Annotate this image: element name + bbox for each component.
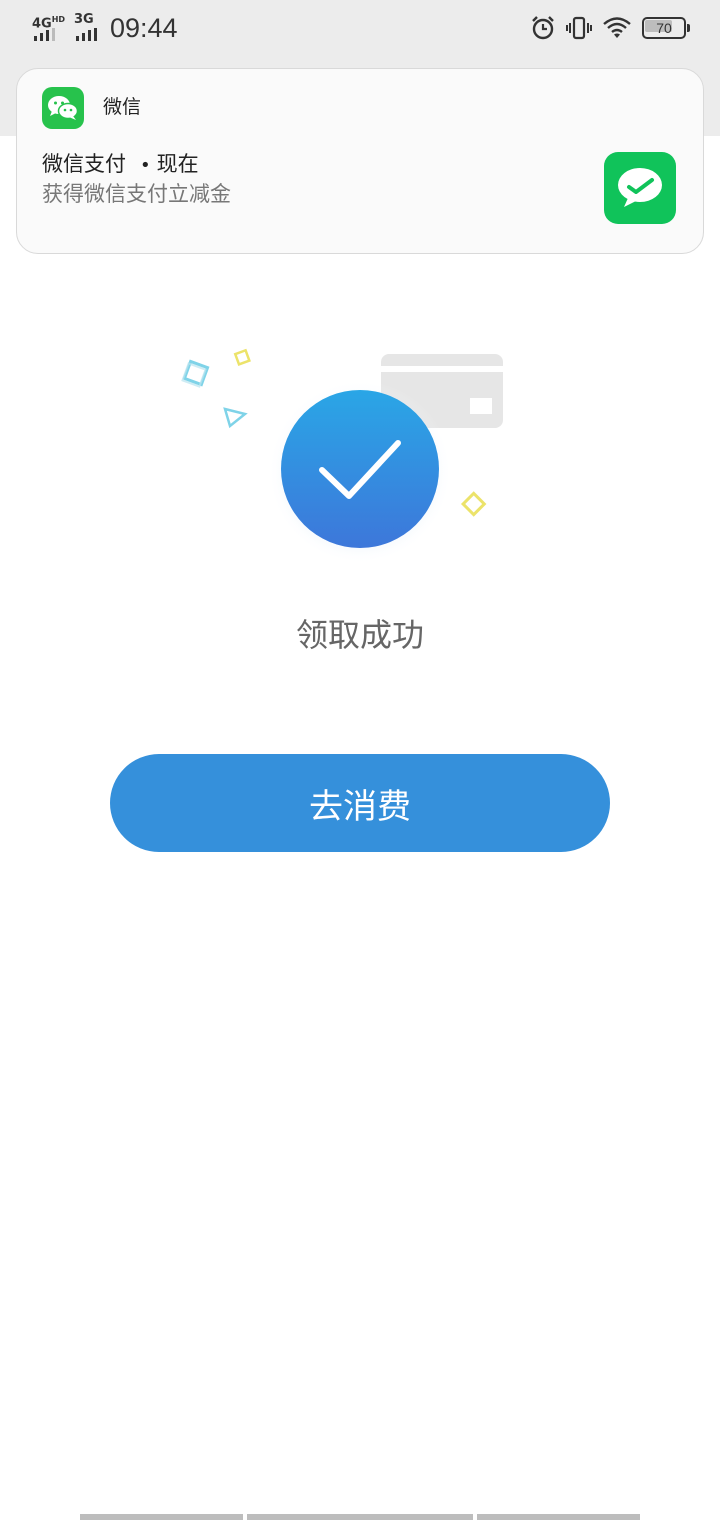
- wechat-app-icon: [42, 87, 84, 129]
- checkmark-circle-icon: [281, 390, 439, 548]
- notification-card[interactable]: 微信 微信支付 • 现在 获得微信支付立减金: [16, 68, 704, 254]
- gesture-bar-right[interactable]: [477, 1514, 640, 1520]
- wechat-pay-icon: [604, 152, 676, 224]
- notification-body: 获得微信支付立减金: [42, 182, 231, 206]
- notification-time: 现在: [156, 152, 199, 176]
- gesture-bar-center[interactable]: [247, 1514, 473, 1520]
- status-icons: 70: [530, 12, 690, 44]
- battery-level: 70: [656, 20, 672, 36]
- go-spend-button[interactable]: 去消费: [110, 754, 610, 852]
- vibrate-icon: [566, 15, 592, 41]
- notification-separator-dot: •: [140, 155, 151, 176]
- gesture-bar-left[interactable]: [80, 1514, 243, 1520]
- wifi-icon: [602, 16, 632, 40]
- page: 4GHD 3G 09:44 70 微信 微信支付 • 现在 获得微信支付立减金 …: [0, 0, 720, 1520]
- network-2-label: 3G: [74, 12, 94, 27]
- alarm-icon: [530, 15, 556, 41]
- notification-app-name: 微信: [103, 96, 142, 118]
- battery-icon: 70: [642, 17, 690, 39]
- network-1-sup: HD: [51, 15, 66, 24]
- notification-title: 微信支付: [42, 152, 126, 176]
- clock: 09:44: [110, 13, 178, 43]
- signal-3g-icon: 3G: [74, 13, 104, 43]
- signal-4g-icon: 4GHD: [32, 13, 70, 43]
- success-illustration: [150, 330, 570, 590]
- notification-title-row: 微信支付 • 现在: [42, 149, 199, 181]
- success-message: 领取成功: [295, 616, 424, 654]
